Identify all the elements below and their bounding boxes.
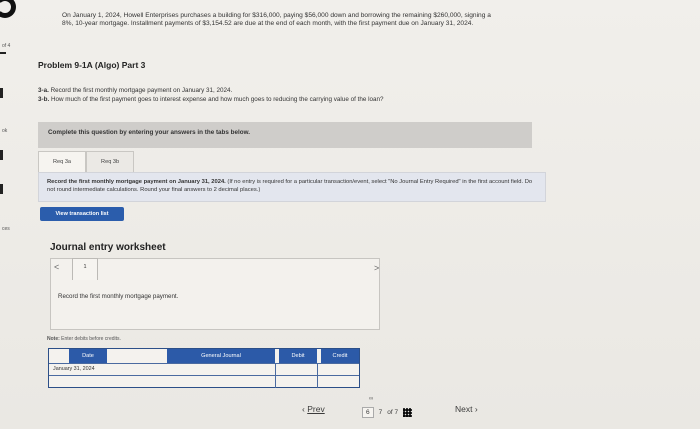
requirement-3b: 3-b. How much of the first payment goes … [38,96,383,103]
journal-table: Date General Journal Debit Credit Januar… [48,348,360,388]
worksheet-title: Journal entry worksheet [50,242,166,253]
column-header-general-journal: General Journal [167,349,275,363]
worksheet-prev-arrow-icon[interactable]: < [54,262,59,272]
row-divider [49,375,359,376]
sidebar-marker [0,52,6,54]
page-of-label: of 7 [387,408,399,416]
sidebar-label-ok[interactable]: ok [2,128,7,134]
journal-date-cell[interactable]: January 31, 2024 [53,366,95,372]
note-body: Enter debits before credits. [59,336,121,342]
column-divider [275,363,276,388]
page: of 4 ok ces On January 1, 2024, Howell E… [0,0,700,429]
question-counter: of 4 [2,43,11,49]
problem-title: Problem 9-1A (Algo) Part 3 [38,60,146,70]
sidebar-indicator [0,150,3,160]
sidebar-indicator [0,184,3,194]
problem-intro-text: On January 1, 2024, Howell Enterprises p… [62,12,491,27]
instruction-bar: Complete this question by entering your … [38,122,532,148]
next-button[interactable]: Next › [455,404,478,420]
requirement-tabs: Req 3a Req 3b [38,151,135,173]
prev-label: Prev [307,404,325,414]
requirement-label: 3-a. [38,87,49,94]
grid-icon[interactable] [403,407,413,417]
requirement-panel: Record the first monthly mortgage paymen… [38,172,546,202]
account-field[interactable] [119,364,271,374]
worksheet-page-tab[interactable]: 1 [72,258,98,280]
page-number-7[interactable]: 7 [379,409,383,416]
instruction-text: Complete this question by entering your … [48,129,250,136]
column-divider [317,363,318,388]
worksheet-next-arrow-icon[interactable]: > [374,263,379,273]
logo-icon [0,0,16,18]
view-transaction-list-button[interactable]: View transaction list [40,207,124,221]
note-label: Note: [47,336,60,342]
credit-field[interactable] [321,364,355,374]
chevron-left-icon: ‹ [302,404,305,414]
sidebar-indicator [0,88,3,98]
left-sidebar: of 4 ok ces [0,0,22,429]
page-indicator: 6 7 of 7 [362,404,413,420]
column-header-credit: Credit [321,349,359,363]
requirement-panel-heading: Record the first monthly mortgage paymen… [47,179,226,185]
tab-req-3b[interactable]: Req 3b [86,151,135,173]
page-number-6[interactable]: 6 [362,406,374,418]
requirement-text: How much of the first payment goes to in… [50,96,384,103]
next-label: Next [455,404,473,414]
sidebar-label-ces[interactable]: ces [2,226,10,232]
requirement-label: 3-b. [38,96,50,103]
column-header-date: Date [69,349,107,363]
prev-button[interactable]: ‹ Prev [302,404,325,420]
tab-req-3a[interactable]: Req 3a [38,151,87,173]
requirement-text: Record the first monthly mortgage paymen… [50,87,233,94]
chevron-right-icon: › [474,404,478,414]
worksheet-description: Record the first monthly mortgage paymen… [58,293,179,300]
column-header-debit: Debit [279,349,317,363]
requirement-3a: 3-a. Record the first monthly mortgage p… [38,87,232,94]
note-text: Note: Enter debits before credits. [47,336,121,342]
debit-field[interactable] [279,364,313,374]
link-icon: ∞ [369,396,374,402]
